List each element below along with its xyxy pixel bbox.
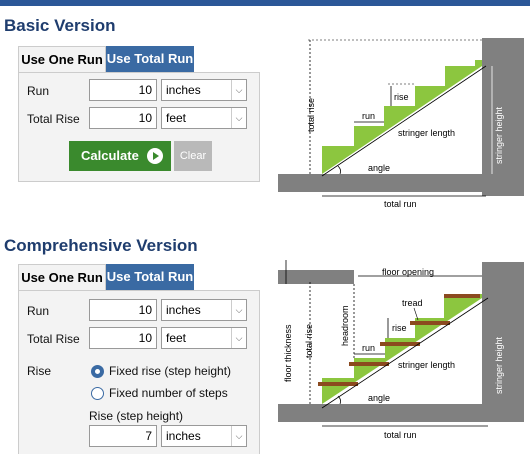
comprehensive-title: Comprehensive Version xyxy=(4,236,198,255)
chevron-down-icon: ⌵ xyxy=(231,108,246,128)
basic-tabs: Use One Run Use Total Run xyxy=(18,46,198,72)
chevron-down-icon: ⌵ xyxy=(231,300,246,320)
total-rise-text: total rise xyxy=(306,98,316,132)
basic-total-rise-unit-value: feet xyxy=(166,111,187,125)
chevron-down-icon: ⌵ xyxy=(231,426,246,446)
comp-run-unit-select[interactable]: inches ⌵ xyxy=(161,299,247,321)
comp-total-rise-unit-select[interactable]: feet ⌵ xyxy=(161,327,247,349)
stair-steps xyxy=(322,60,482,174)
tread xyxy=(380,342,420,346)
tread xyxy=(349,362,389,366)
comprehensive-tab-one-run[interactable]: Use One Run xyxy=(18,264,106,290)
run-text: run xyxy=(362,343,375,353)
step-height-unit-value: inches xyxy=(166,429,201,443)
basic-total-rise-unit-select[interactable]: feet ⌵ xyxy=(161,107,247,129)
stringer-length-text: stringer length xyxy=(398,128,455,138)
basic-title: Basic Version xyxy=(4,16,116,35)
floor-opening-text: floor opening xyxy=(382,267,434,277)
rise-text: rise xyxy=(392,323,407,333)
fixed-steps-radio[interactable] xyxy=(91,387,104,400)
fixed-rise-radio[interactable] xyxy=(91,365,104,378)
play-icon xyxy=(147,148,163,164)
basic-run-unit-value: inches xyxy=(166,83,201,97)
stringer-height-text: stringer height xyxy=(494,336,504,394)
angle-text: angle xyxy=(368,393,390,403)
calculate-button[interactable]: Calculate xyxy=(69,141,171,171)
top-bar xyxy=(0,0,530,6)
angle-arc xyxy=(337,165,342,175)
basic-tab-one-run[interactable]: Use One Run xyxy=(18,46,106,72)
comp-total-rise-input[interactable]: 10 xyxy=(89,327,157,349)
fixed-rise-label: Fixed rise (step height) xyxy=(109,364,232,378)
total-run-text: total run xyxy=(384,430,417,440)
headroom-text: headroom xyxy=(340,305,350,346)
step-height-label: Rise (step height) xyxy=(89,409,184,423)
comp-run-input[interactable]: 10 xyxy=(89,299,157,321)
basic-run-label: Run xyxy=(27,84,50,98)
basic-stair-diagram: total rise rise run stringer length angl… xyxy=(278,38,524,209)
total-run-text: total run xyxy=(384,199,417,209)
floor xyxy=(278,174,482,192)
basic-run-input[interactable]: 10 xyxy=(89,79,157,101)
basic-panel: Run 10 inches ⌵ Total Rise 10 feet ⌵ Cal… xyxy=(18,72,260,182)
comp-total-rise-label: Total Rise xyxy=(27,332,80,346)
stringer-line xyxy=(321,65,487,177)
tread xyxy=(410,321,450,325)
floor xyxy=(278,404,482,422)
comprehensive-stair-diagram: floor thickness floor opening total rise… xyxy=(278,260,524,440)
upper-floor xyxy=(278,270,354,284)
chevron-down-icon: ⌵ xyxy=(231,328,246,348)
rise-text: rise xyxy=(394,92,409,102)
floor-thickness-text: floor thickness xyxy=(283,324,293,382)
comprehensive-tab-total-run[interactable]: Use Total Run xyxy=(106,264,194,290)
basic-tab-total-run[interactable]: Use Total Run xyxy=(106,46,194,72)
comp-run-unit-value: inches xyxy=(166,303,201,317)
basic-run-unit-select[interactable]: inches ⌵ xyxy=(161,79,247,101)
stringer-height-text: stringer height xyxy=(494,106,504,164)
clear-button[interactable]: Clear xyxy=(174,141,212,171)
basic-total-rise-label: Total Rise xyxy=(27,112,80,126)
comprehensive-tabs: Use One Run Use Total Run xyxy=(18,264,198,290)
run-text: run xyxy=(362,111,375,121)
comp-run-label: Run xyxy=(27,304,50,318)
step-height-input[interactable]: 7 xyxy=(89,425,157,447)
step-height-unit-select[interactable]: inches ⌵ xyxy=(161,425,247,447)
comprehensive-panel: Run 10 inches ⌵ Total Rise 10 feet ⌵ Ris… xyxy=(18,290,260,454)
tread-text: tread xyxy=(402,298,423,308)
total-rise-text: total rise xyxy=(304,324,314,358)
basic-total-rise-input[interactable]: 10 xyxy=(89,107,157,129)
calculate-label: Calculate xyxy=(81,148,139,163)
chevron-down-icon: ⌵ xyxy=(231,80,246,100)
angle-text: angle xyxy=(368,163,390,173)
comp-total-rise-unit-value: feet xyxy=(166,331,187,345)
tread xyxy=(318,382,358,386)
stringer-length-text: stringer length xyxy=(398,360,455,370)
tread xyxy=(444,294,480,298)
fixed-steps-label: Fixed number of steps xyxy=(109,386,228,400)
comp-rise-label: Rise xyxy=(27,364,52,378)
